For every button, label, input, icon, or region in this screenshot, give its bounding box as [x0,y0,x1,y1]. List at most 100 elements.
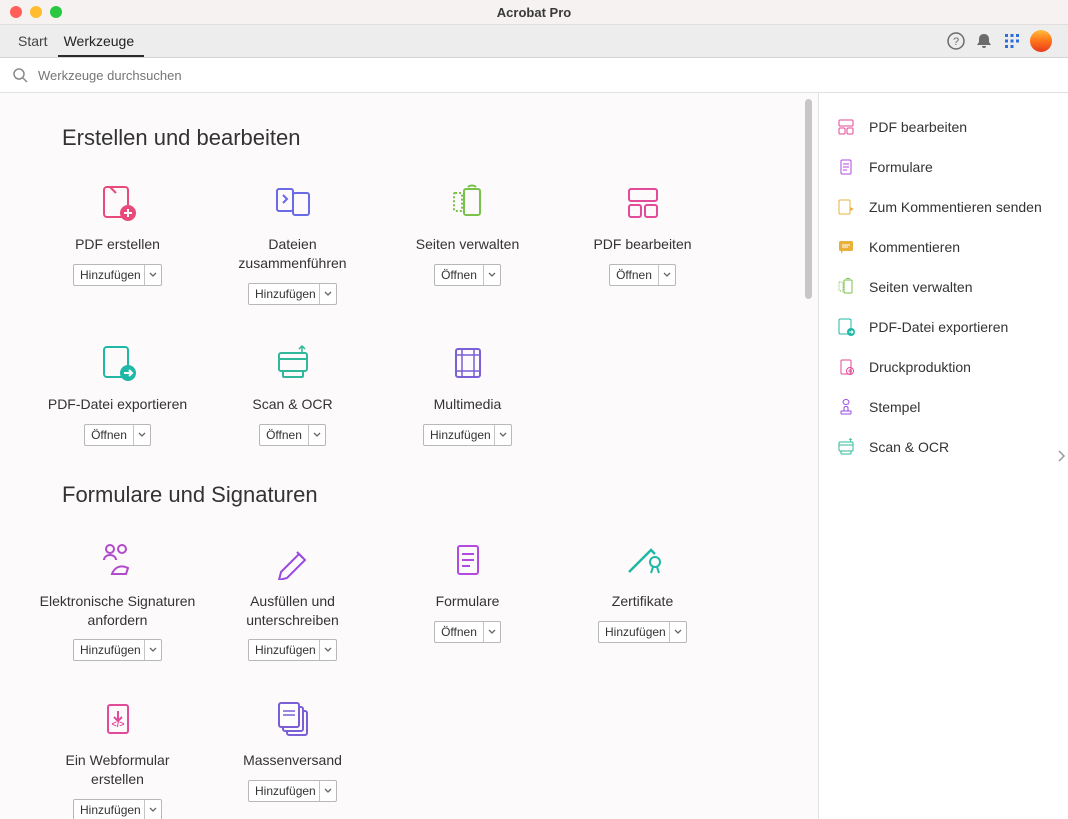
tool-action-label[interactable]: Hinzufügen [249,781,319,801]
sidebar-item-pdf-exportieren[interactable]: PDF-Datei exportieren [825,307,1062,347]
tool-label: Elektronische Signaturen anfordern [38,592,198,630]
tool-card-seiten-verwalten[interactable]: Seiten verwaltenÖffnen [380,167,555,327]
tool-card-ausfuellen-unterschreiben[interactable]: Ausfüllen und unterschreiben Hinzufügen [205,524,380,684]
tool-card-pdf-erstellen[interactable]: PDF erstellenHinzufügen [30,167,205,327]
tool-card-dateien-zusammenfuehren[interactable]: Dateien zusammenführenHinzufügen [205,167,380,327]
send-comment-icon [835,196,857,218]
sidebar-item-formulare[interactable]: Formulare [825,147,1062,187]
tool-card-pdf-bearbeiten[interactable]: PDF bearbeitenÖffnen [555,167,730,327]
tool-label: Scan & OCR [252,395,332,414]
chevron-down-icon[interactable] [144,640,161,660]
tab-start[interactable]: Start [12,25,58,57]
tool-action-label[interactable]: Hinzufügen [74,265,144,285]
certificates-icon [621,538,665,582]
scan-icon [835,436,857,458]
chevron-down-icon[interactable] [669,622,686,642]
tool-action-split-button[interactable]: Öffnen [609,264,676,286]
tab-tools[interactable]: Werkzeuge [58,25,145,57]
sidebar-item-scan-ocr[interactable]: Scan & OCR [825,427,1062,467]
section-title: Formulare und Signaturen [62,482,818,508]
tool-action-split-button[interactable]: Hinzufügen [598,621,687,643]
request-sign-icon [96,538,140,582]
help-icon[interactable]: ? [942,25,970,57]
chevron-down-icon[interactable] [319,284,336,304]
export-icon [835,316,857,338]
tool-action-label[interactable]: Hinzufügen [424,425,494,445]
tool-card-zertifikate[interactable]: Zertifikate Hinzufügen [555,524,730,684]
chevron-down-icon[interactable] [308,425,325,445]
tool-action-split-button[interactable]: Hinzufügen [248,283,337,305]
tool-label: Zertifikate [612,592,673,611]
apps-grid-icon[interactable] [998,25,1026,57]
tool-action-label[interactable]: Öffnen [435,622,483,642]
chevron-down-icon[interactable] [658,265,675,285]
stamp-icon [835,396,857,418]
tool-card-scan-ocr[interactable]: Scan & OCR Öffnen [205,327,380,468]
scan-icon [271,341,315,385]
tool-action-label[interactable]: Hinzufügen [599,622,669,642]
tool-card-formulare[interactable]: FormulareÖffnen [380,524,555,684]
webform-icon [96,697,140,741]
tool-action-split-button[interactable]: Öffnen [259,424,326,446]
bulk-icon [271,697,315,741]
sidebar-item-kommentieren[interactable]: Kommentieren [825,227,1062,267]
chevron-down-icon[interactable] [144,800,161,819]
tool-action-split-button[interactable]: Öffnen [84,424,151,446]
chevron-down-icon[interactable] [133,425,150,445]
tool-action-label[interactable]: Hinzufügen [74,800,144,819]
sidebar-collapse-handle[interactable] [1054,442,1068,470]
sidebar-item-pdf-bearbeiten[interactable]: PDF bearbeiten [825,107,1062,147]
sidebar-item-label: Zum Kommentieren senden [869,199,1042,215]
tool-card-signaturen-anfordern[interactable]: Elektronische Signaturen anfordern Hinzuf… [30,524,205,684]
user-avatar[interactable] [1030,30,1052,52]
chevron-down-icon[interactable] [483,265,500,285]
tool-card-pdf-exportieren[interactable]: PDF-Datei exportierenÖffnen [30,327,205,468]
tool-label: Ausfüllen und unterschreiben [213,592,373,630]
close-window-button[interactable] [10,6,22,18]
main-panel: Erstellen und bearbeiten PDF erstellenHin… [0,93,818,819]
sidebar-item-stempel[interactable]: Stempel [825,387,1062,427]
sidebar-item-seiten-verwalten[interactable]: Seiten verwalten [825,267,1062,307]
tool-action-label[interactable]: Öffnen [610,265,658,285]
tool-action-split-button[interactable]: Hinzufügen [423,424,512,446]
tool-action-split-button[interactable]: Hinzufügen [248,780,337,802]
tool-action-split-button[interactable]: Hinzufügen [73,639,162,661]
tool-label: Multimedia [434,395,502,414]
chevron-down-icon[interactable] [319,640,336,660]
sidebar-item-druckproduktion[interactable]: Druckproduktion [825,347,1062,387]
tool-action-split-button[interactable]: Hinzufügen [73,264,162,286]
tool-action-label[interactable]: Öffnen [260,425,308,445]
tool-action-split-button[interactable]: Öffnen [434,621,501,643]
chevron-down-icon[interactable] [494,425,511,445]
edit-pdf-icon [621,181,665,225]
tool-action-label[interactable]: Hinzufügen [249,640,319,660]
combine-icon [271,181,315,225]
tool-action-label[interactable]: Öffnen [435,265,483,285]
chevron-down-icon[interactable] [144,265,161,285]
tool-card-webformular[interactable]: Ein Webformular erstellenHinzufügen [30,683,205,819]
minimize-window-button[interactable] [30,6,42,18]
sidebar-item-kommentieren-senden[interactable]: Zum Kommentieren senden [825,187,1062,227]
notifications-icon[interactable] [970,25,998,57]
chevron-down-icon[interactable] [319,781,336,801]
sidebar-item-label: Stempel [869,399,920,415]
section-title: Erstellen und bearbeiten [62,125,818,151]
tool-action-label[interactable]: Öffnen [85,425,133,445]
search-input[interactable] [36,67,440,84]
tabbar: Start Werkzeuge ? [0,25,1068,58]
scrollbar-thumb[interactable] [805,99,812,299]
forms-icon [446,538,490,582]
tool-action-split-button[interactable]: Hinzufügen [248,639,337,661]
tool-card-massenversand[interactable]: MassenversandHinzufügen [205,683,380,819]
tool-action-label[interactable]: Hinzufügen [74,640,144,660]
tool-action-split-button[interactable]: Hinzufügen [73,799,162,819]
tool-action-split-button[interactable]: Öffnen [434,264,501,286]
sidebar-item-label: Seiten verwalten [869,279,973,295]
chevron-down-icon[interactable] [483,622,500,642]
tool-card-multimedia[interactable]: Multimedia Hinzufügen [380,327,555,468]
window-controls [10,6,62,18]
tool-action-label[interactable]: Hinzufügen [249,284,319,304]
maximize-window-button[interactable] [50,6,62,18]
sidebar-item-label: PDF-Datei exportieren [869,319,1008,335]
sidebar-item-label: Formulare [869,159,933,175]
